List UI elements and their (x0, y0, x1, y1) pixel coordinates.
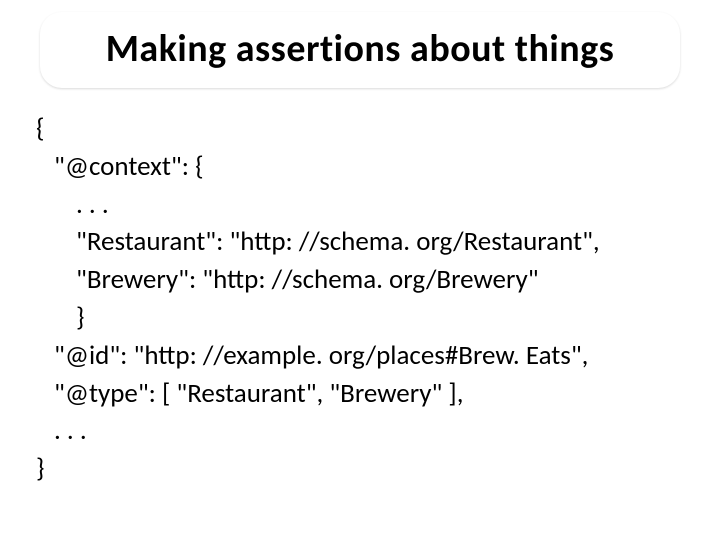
slide: Making assertions about things { "@conte… (0, 0, 720, 540)
slide-title: Making assertions about things (64, 26, 656, 72)
code-line: "Brewery": "http: //schema. org/Brewery" (36, 261, 684, 299)
code-line: "Restaurant": "http: //schema. org/Resta… (36, 223, 684, 261)
code-line: "@type": [ "Restaurant", "Brewery" ], (36, 375, 684, 413)
code-line: . . . (36, 412, 684, 450)
code-block: { "@context": { . . . "Restaurant": "htt… (36, 110, 684, 488)
code-line: } (36, 450, 684, 488)
code-line: "@context": { (36, 148, 684, 186)
code-line: "@id": "http: //example. org/places#Brew… (36, 337, 684, 375)
code-line: { (36, 110, 684, 148)
title-box: Making assertions about things (40, 12, 680, 88)
code-line: . . . (36, 186, 684, 224)
code-line: } (36, 299, 684, 337)
